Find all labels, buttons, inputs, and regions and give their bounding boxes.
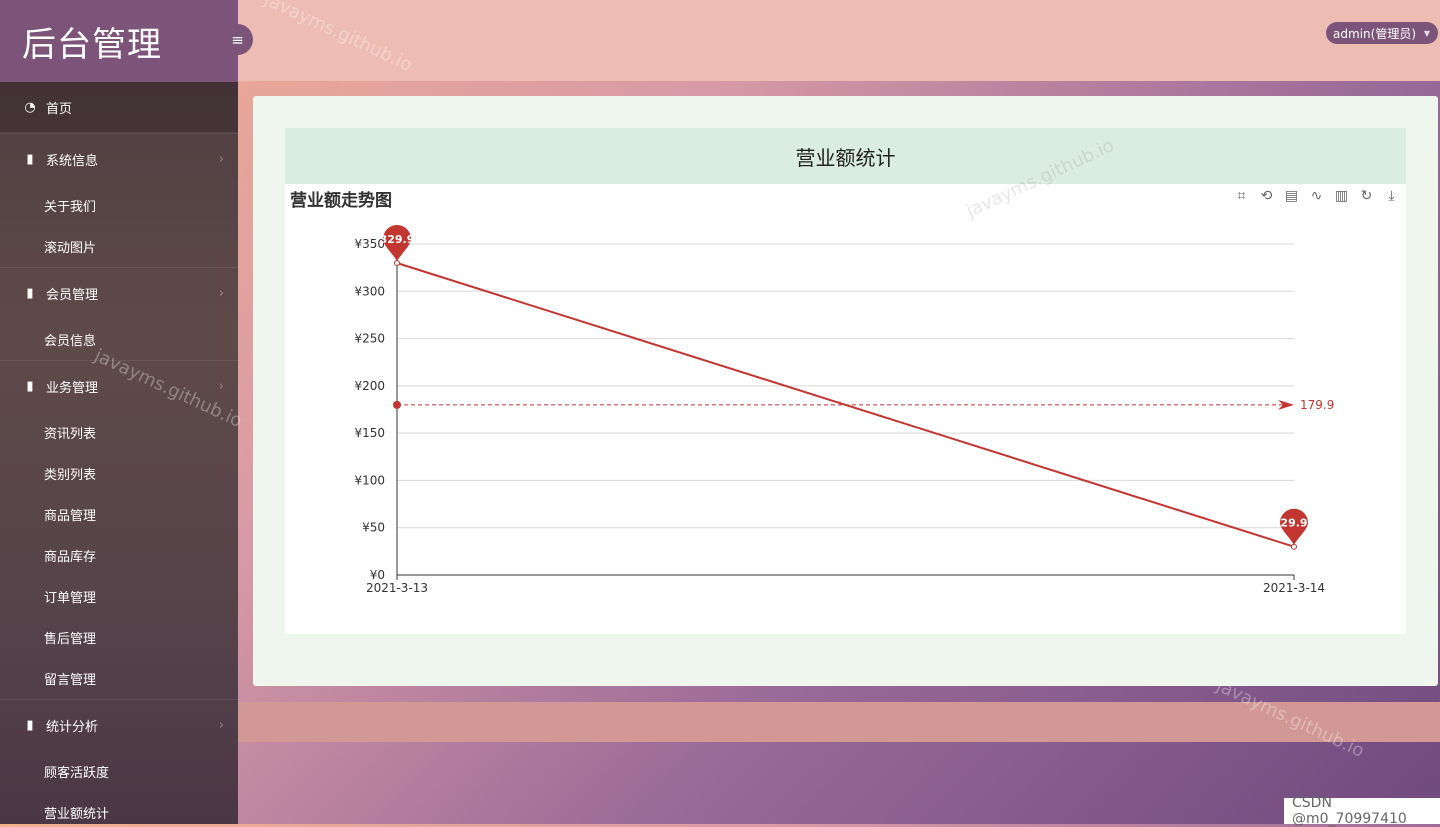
sidebar-item-messages[interactable]: 留言管理 (0, 658, 238, 699)
chart-container: ¥0 ¥50 ¥100 ¥150 ¥200 ¥250 ¥300 ¥350 2021-3-13 20… (285, 184, 1406, 634)
sidebar-group-label: 业务管理 (46, 381, 99, 396)
brand-title: 后台管理 (0, 0, 238, 82)
sidebar-item-label: 商品管理 (44, 509, 97, 524)
y-tick-label: ¥100 (354, 473, 385, 487)
sidebar-toggle-button[interactable]: ≡ (222, 24, 253, 55)
sidebar-group-system[interactable]: ▮ 系统信息 › (0, 133, 238, 185)
sidebar-item-label: 会员信息 (44, 334, 97, 349)
csdn-credit: CSDN @m0_70997410 (1284, 795, 1440, 827)
data-view-icon[interactable]: ▤ (1283, 188, 1300, 205)
data-point (394, 260, 400, 267)
zoom-reset-icon[interactable]: ⟲ (1258, 188, 1275, 205)
sidebar-item-label: 关于我们 (44, 200, 97, 215)
bar-switch-icon[interactable]: ▥ (1333, 188, 1350, 205)
sidebar-group-label: 统计分析 (46, 720, 99, 735)
sidebar-item-label: 类别列表 (44, 468, 97, 483)
sidebar-group-label: 系统信息 (46, 154, 99, 169)
sidebar-item-about[interactable]: 关于我们 (0, 185, 238, 226)
top-header: admin(管理员) ▼ (238, 0, 1440, 81)
sidebar-item-home[interactable]: ◔ 首页 (0, 82, 238, 133)
data-point (1291, 543, 1297, 550)
y-tick-label: ¥150 (354, 426, 385, 440)
sidebar-item-revenue-stats[interactable]: 营业额统计 (0, 792, 238, 824)
revenue-line-chart: ¥0¥50¥100¥150¥200¥250¥300¥3502021-3-13 20… (354, 224, 1334, 595)
sidebar-group-members[interactable]: ▮ 会员管理 › (0, 267, 238, 319)
panel-title: 营业额统计 (285, 128, 1406, 184)
sidebar-item-label: 顾客活跃度 (44, 766, 110, 781)
y-tick-label: ¥0 (370, 568, 385, 582)
book-icon: ▮ (26, 152, 34, 167)
sidebar-item-after-sales[interactable]: 售后管理 (0, 617, 238, 658)
sidebar-item-label: 订单管理 (44, 591, 97, 606)
mark-line-start-dot (393, 400, 401, 409)
sidebar-item-news[interactable]: 资讯列表 (0, 412, 238, 453)
sidebar-item-label: 资讯列表 (44, 427, 97, 442)
sidebar-item-carousel[interactable]: 滚动图片 (0, 226, 238, 267)
x-tick-label: 2021-3-14 (1263, 581, 1325, 595)
sidebar-item-label: 滚动图片 (44, 241, 97, 256)
main-card: 营业额统计 ¥0 ¥50 ¥100 ¥150 ¥200 ¥250 ¥300 ¥350 2021-… (253, 96, 1438, 686)
save-image-icon[interactable]: ⤓ (1383, 188, 1400, 205)
sidebar-item-label: 商品库存 (44, 550, 97, 565)
chart-title: 营业额走势图 (290, 191, 392, 211)
menu-icon: ≡ (231, 30, 244, 49)
zoom-icon[interactable]: ⌗ (1233, 188, 1250, 205)
x-tick-label: 2021-3-13 (366, 581, 428, 595)
line-switch-icon[interactable]: ∿ (1308, 188, 1325, 205)
sidebar-item-label: 留言管理 (44, 673, 97, 688)
y-tick-label: ¥200 (354, 379, 385, 393)
sidebar-item-label: 首页 (46, 101, 73, 117)
y-tick-label: ¥50 (362, 521, 385, 535)
chart-toolbox: ⌗ ⟲ ▤ ∿ ▥ ↻ ⤓ (1233, 188, 1400, 205)
sidebar-item-orders[interactable]: 订单管理 (0, 576, 238, 617)
book-icon: ▮ (26, 286, 34, 301)
user-menu-button[interactable]: admin(管理员) ▼ (1326, 22, 1438, 44)
sidebar-item-label: 售后管理 (44, 632, 97, 647)
y-tick-label: ¥300 (354, 284, 385, 298)
mark-point-label: 29.9 (1280, 517, 1307, 530)
dashboard-icon: ◔ (24, 99, 36, 115)
chevron-right-icon: › (218, 286, 224, 301)
caret-down-icon: ▼ (1423, 29, 1430, 38)
sidebar-item-inventory[interactable]: 商品库存 (0, 535, 238, 576)
book-icon: ▮ (26, 718, 34, 733)
sidebar-group-statistics[interactable]: ▮ 统计分析 › (0, 699, 238, 751)
sidebar-item-categories[interactable]: 类别列表 (0, 453, 238, 494)
book-icon: ▮ (26, 379, 34, 394)
user-label: admin(管理员) (1333, 26, 1416, 41)
y-tick-label: ¥250 (354, 332, 385, 346)
sidebar-group-label: 会员管理 (46, 288, 99, 303)
chevron-right-icon: › (218, 152, 224, 167)
chevron-right-icon: › (218, 718, 224, 733)
sidebar-item-products[interactable]: 商品管理 (0, 494, 238, 535)
restore-icon[interactable]: ↻ (1358, 188, 1375, 205)
mark-point-label: 329.9 (380, 233, 415, 246)
chevron-right-icon: › (218, 379, 224, 394)
mark-line-label: 179.9 (1300, 398, 1334, 412)
sidebar-item-customer-activity[interactable]: 顾客活跃度 (0, 751, 238, 792)
sidebar-item-label: 营业额统计 (44, 807, 110, 822)
